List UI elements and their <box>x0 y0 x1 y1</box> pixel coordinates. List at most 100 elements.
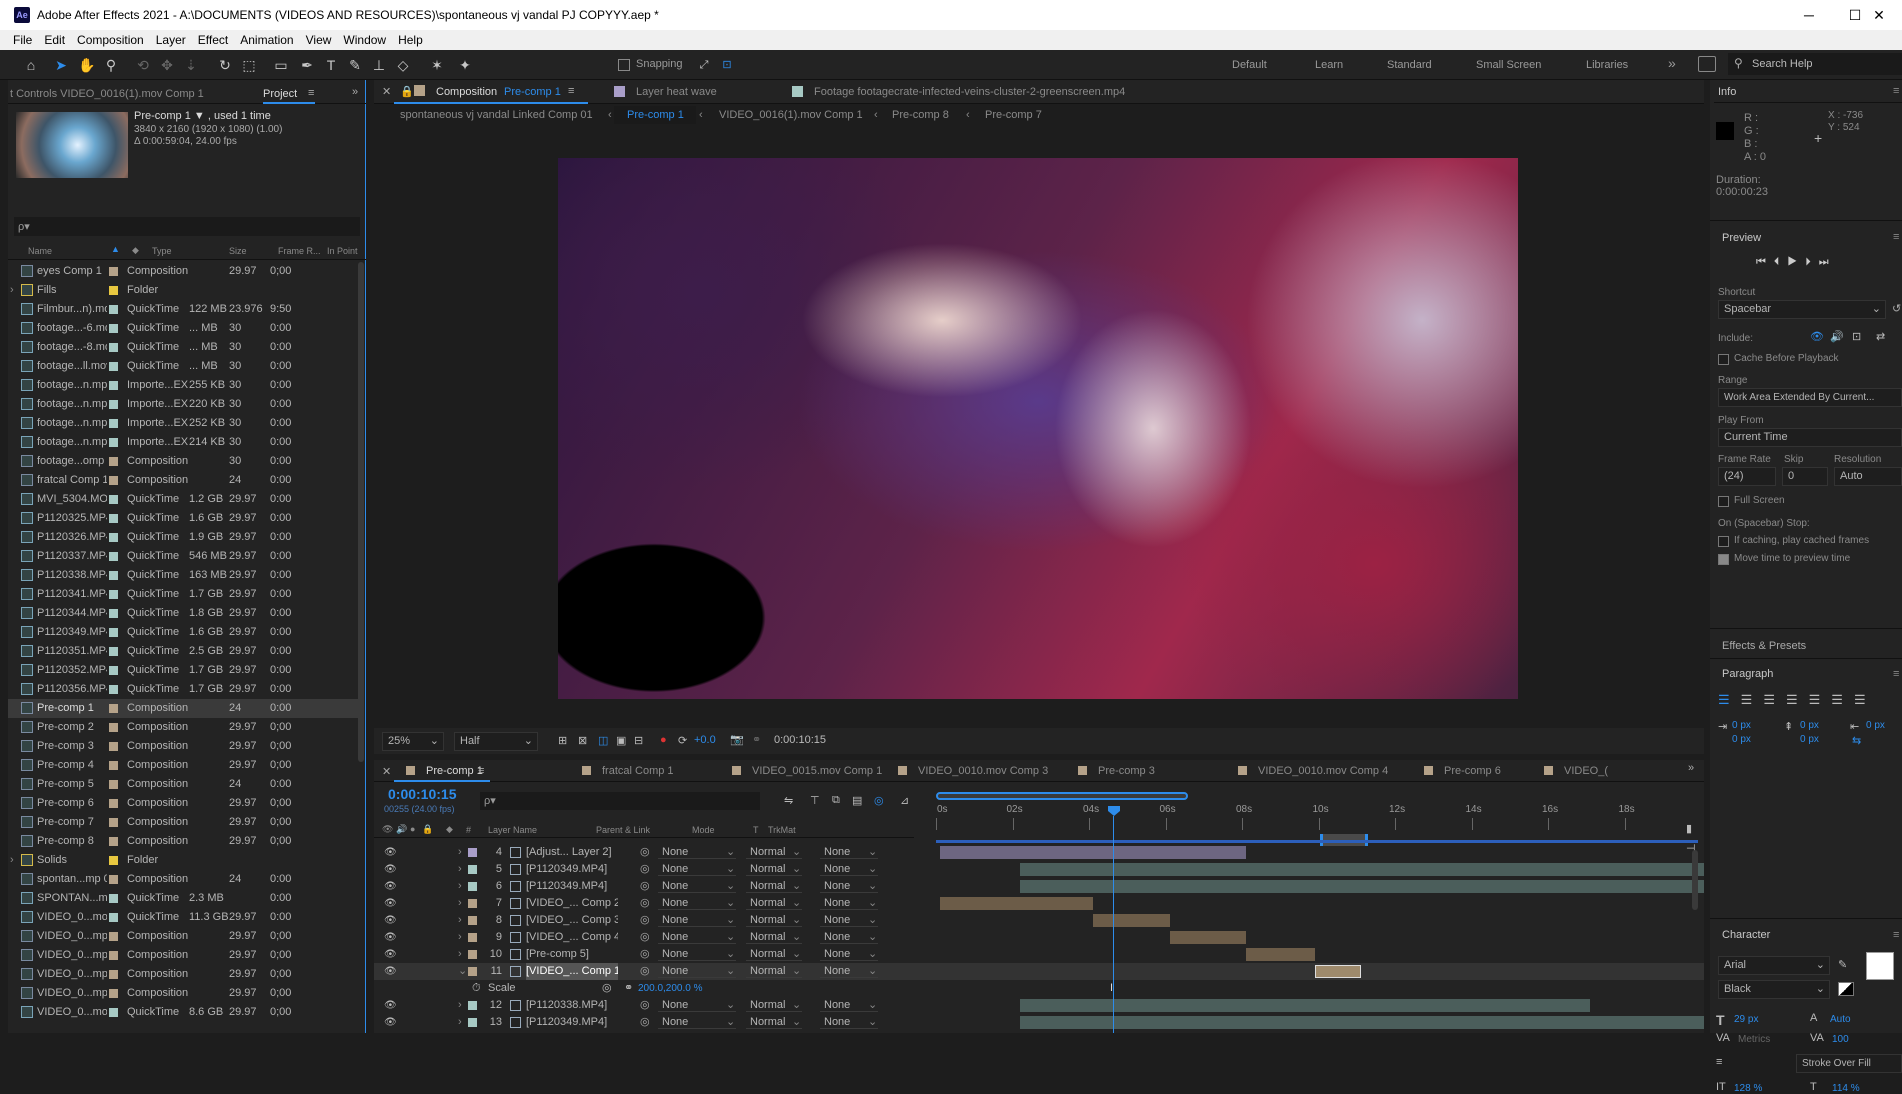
label-swatch[interactable] <box>109 1008 118 1017</box>
project-item-row[interactable]: spontan...mp 01 Composition 24 0:00 <box>8 870 358 889</box>
play-from-select[interactable]: Current Time <box>1718 428 1902 447</box>
stopwatch-icon[interactable]: ⏱ <box>472 980 481 997</box>
project-item-row[interactable]: eyes Comp 1 Composition 29.97 0;00 <box>8 262 358 281</box>
pickwhip-icon[interactable]: ◎ <box>640 912 650 929</box>
comp-button-icon[interactable]: ▮ <box>1686 822 1692 835</box>
project-item-row[interactable]: P1120337.MP4 QuickTime 546 MB 29.97 0:00 <box>8 547 358 566</box>
layer-name[interactable]: [Pre-comp 5] <box>526 946 618 963</box>
project-item-row[interactable]: footage...ll.mov QuickTime... MB 30 0:00 <box>8 357 358 376</box>
label-swatch[interactable] <box>109 400 118 409</box>
project-item-row[interactable]: Pre-comp 4 Composition 29.97 0;00 <box>8 756 358 775</box>
label-swatch[interactable] <box>109 970 118 979</box>
home-icon[interactable]: ⌂ <box>22 56 40 74</box>
project-item-row[interactable]: VIDEO_0...mp 2 Composition 29.97 0;00 <box>8 946 358 965</box>
project-item-row[interactable]: Pre-comp 7 Composition 29.97 0;00 <box>8 813 358 832</box>
crumb-pre-comp-1[interactable]: Pre-comp 1 <box>627 109 684 121</box>
layer-label-swatch[interactable] <box>468 1018 477 1027</box>
twirl-arrow-icon[interactable]: › <box>458 1014 462 1031</box>
solo-switch-icon[interactable]: ● <box>410 824 415 834</box>
timeline-layer-row[interactable]: 👁 ⌄ 11 [VIDEO_... Comp 1] ◎ None ⌄ Normal ⌄ None ⌄ <box>374 963 1704 980</box>
pickwhip-icon[interactable]: ◎ <box>640 963 650 980</box>
indent-left-value[interactable]: 0 px <box>1732 720 1751 731</box>
pickwhip-icon[interactable]: ◎ <box>640 844 650 861</box>
twirl-arrow-icon[interactable]: › <box>458 929 462 946</box>
visibility-eye-icon[interactable]: 👁 <box>384 844 397 861</box>
project-item-row[interactable]: VIDEO_0...mov QuickTime 8.6 GB 29.97 0;00 <box>8 1003 358 1022</box>
label-swatch[interactable] <box>109 818 118 827</box>
search-help-box[interactable]: ⚲ Search Help <box>1728 53 1902 75</box>
horizontal-scale-value[interactable]: 114 % <box>1832 1083 1860 1094</box>
visibility-eye-icon[interactable]: 👁 <box>384 1014 397 1031</box>
col-in-point[interactable]: In Point <box>327 246 358 256</box>
visibility-eye-icon[interactable]: 👁 <box>384 878 397 895</box>
panel-menu-icon[interactable]: ≡ <box>308 87 314 99</box>
workspace-more-icon[interactable]: » <box>1668 55 1676 71</box>
eyedropper-icon[interactable]: ✎ <box>1838 958 1847 971</box>
layer-duration-bar[interactable] <box>1020 863 1704 876</box>
col-name[interactable]: Name <box>28 246 52 256</box>
include-audio-icon[interactable]: 🔊 <box>1830 330 1844 343</box>
comp-mini-flowchart-icon[interactable]: ⇋ <box>784 794 793 807</box>
space-before-value[interactable]: 0 px <box>1800 720 1819 731</box>
guides-icon[interactable]: ⊟ <box>634 734 643 747</box>
col-mode[interactable]: Mode <box>692 825 715 835</box>
label-swatch[interactable] <box>109 913 118 922</box>
project-item-row[interactable]: P1120338.MP4 QuickTime 163 MB 29.97 0:00 <box>8 566 358 585</box>
label-swatch[interactable] <box>109 552 118 561</box>
layer-label-swatch[interactable] <box>468 1001 477 1010</box>
project-scrollbar[interactable] <box>358 262 364 762</box>
label-swatch[interactable] <box>109 495 118 504</box>
next-frame-icon[interactable]: ⏵ <box>1805 256 1819 268</box>
col-size[interactable]: Size <box>229 246 247 256</box>
visibility-eye-icon[interactable]: 👁 <box>384 861 397 878</box>
timeline-tab[interactable]: VIDEO_0010.mov Comp 4 <box>1258 765 1388 777</box>
justify-all-icon[interactable]: ☰ <box>1854 692 1877 707</box>
twirl-arrow-icon[interactable]: › <box>458 946 462 963</box>
align-left-icon[interactable]: ☰ <box>1718 692 1741 707</box>
twirl-arrow-icon[interactable]: › <box>458 912 462 929</box>
constrain-proportions-icon[interactable]: ⚭ <box>624 980 633 997</box>
menu-view[interactable]: View <box>300 30 338 50</box>
layer-name[interactable]: [VIDEO_... Comp 4] <box>526 929 618 946</box>
layer-label-swatch[interactable] <box>468 933 477 942</box>
character-menu-icon[interactable]: ≡ <box>1893 929 1899 941</box>
crumb-video-comp[interactable]: VIDEO_0016(1).mov Comp 1 <box>719 109 863 121</box>
menu-edit[interactable]: Edit <box>38 30 71 50</box>
workspace-standard[interactable]: Standard <box>1387 59 1432 71</box>
project-item-row[interactable]: footage...-6.movQuickTime... MB300:00 <box>8 319 358 338</box>
timeline-scrollbar[interactable] <box>1692 850 1698 910</box>
project-search-input[interactable]: ρ▾ <box>14 217 360 236</box>
label-col-icon[interactable]: ◆ <box>132 245 139 256</box>
justify-right-icon[interactable]: ☰ <box>1831 692 1854 707</box>
shortcut-select[interactable]: Spacebar ⌄ <box>1718 300 1886 319</box>
timeline-tab[interactable]: Pre-comp 3 <box>1098 765 1155 777</box>
pan-tool-icon[interactable]: ✥ <box>158 56 176 74</box>
fill-color-swatch[interactable] <box>1866 952 1894 980</box>
magnification-select[interactable]: 25% ⌄ <box>382 732 444 751</box>
graph-editor-icon[interactable]: ⊿ <box>900 794 909 807</box>
label-swatch[interactable] <box>109 856 118 865</box>
scale-value[interactable]: 200.0,200.0 % <box>638 980 703 997</box>
project-item-row[interactable]: footage...n.mp4 Importe...EX 220 KB 30 0:00 <box>8 395 358 414</box>
pen-tool-icon[interactable]: ✒ <box>298 56 316 74</box>
menu-window[interactable]: Window <box>337 30 392 50</box>
tab-composition-name[interactable]: Pre-comp 1 <box>504 86 561 98</box>
project-item-row[interactable]: P1120326.MP4 QuickTime 1.9 GB 29.97 0:00 <box>8 528 358 547</box>
hand-tool-icon[interactable]: ✋ <box>78 56 96 74</box>
font-style-select[interactable]: Black ⌄ <box>1718 980 1830 999</box>
twirl-arrow-icon[interactable]: › <box>458 844 462 861</box>
timeline-tab[interactable]: Pre-comp 6 <box>1444 765 1501 777</box>
exposure-value[interactable]: +0.0 <box>694 734 716 746</box>
crumb-pre-comp-7[interactable]: Pre-comp 7 <box>985 109 1042 121</box>
move-time-checkbox[interactable] <box>1718 554 1729 565</box>
pickwhip-icon[interactable]: ◎ <box>602 980 612 997</box>
layer-duration-bar[interactable] <box>1314 965 1361 978</box>
workspace-libraries[interactable]: Libraries <box>1586 59 1628 71</box>
project-item-row[interactable]: fratcal Comp 1 Composition 24 0:00 <box>8 471 358 490</box>
play-icon[interactable]: ▶ <box>1787 256 1805 268</box>
layer-name[interactable]: [P1120349.MP4] <box>526 1014 618 1031</box>
timeline-tab[interactable]: VIDEO_( <box>1564 765 1608 777</box>
layer-label-swatch[interactable] <box>468 967 477 976</box>
project-item-row[interactable]: footage...-8.movQuickTime... MB300:00 <box>8 338 358 357</box>
label-swatch[interactable] <box>109 533 118 542</box>
